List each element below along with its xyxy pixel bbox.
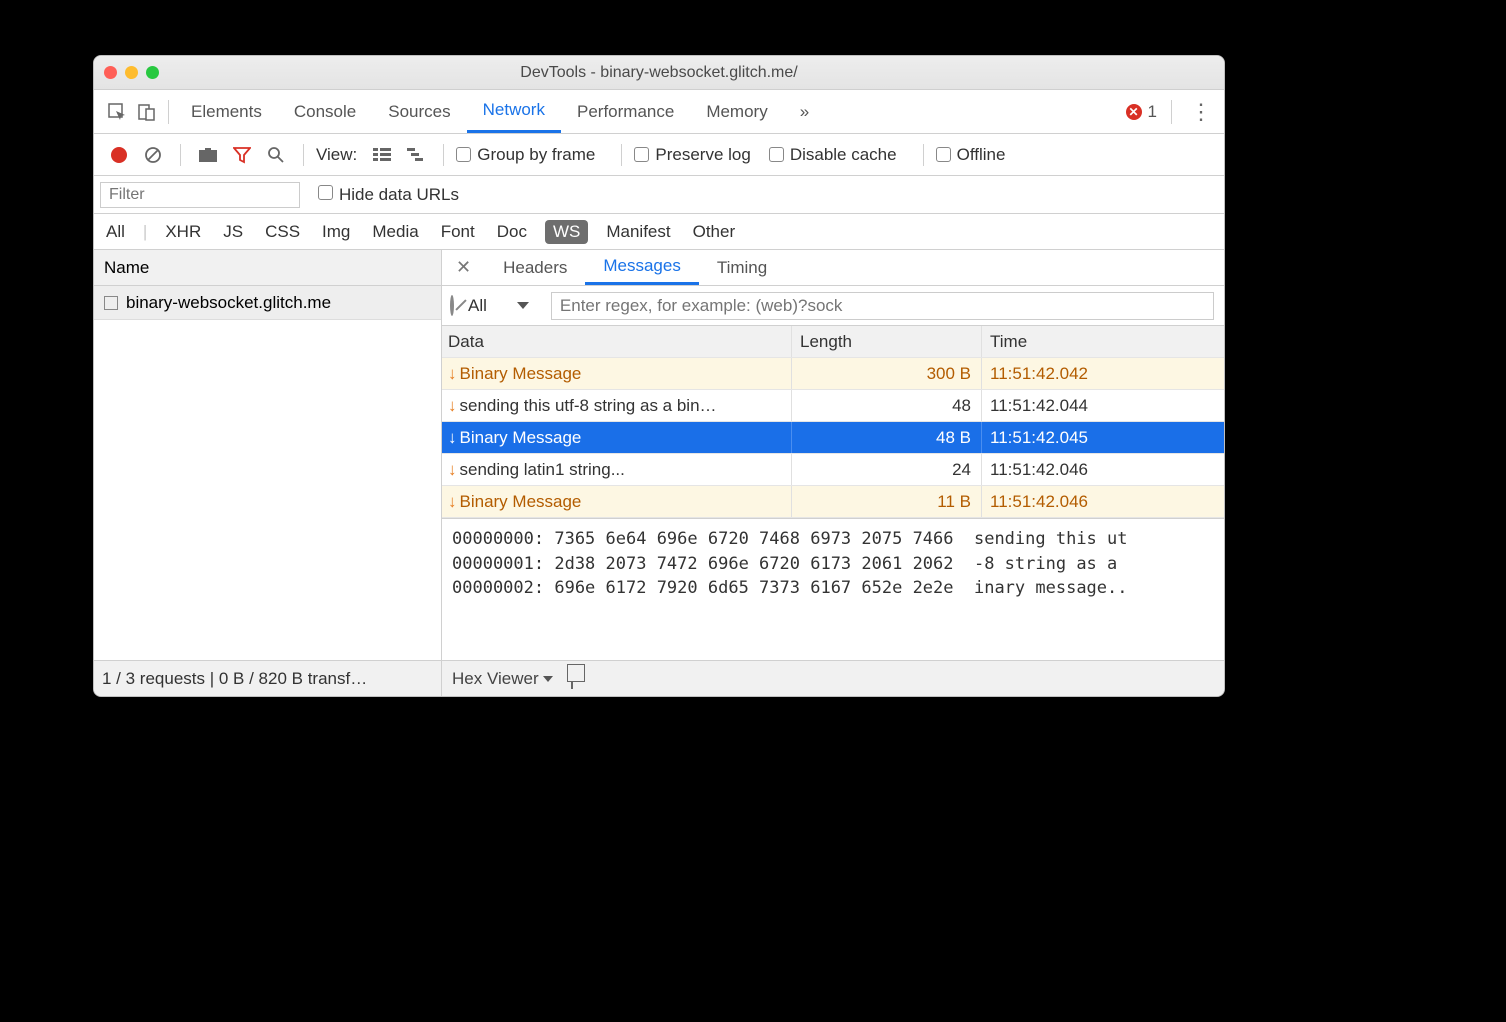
inspect-icon[interactable] (102, 90, 132, 133)
window-title: DevTools - binary-websocket.glitch.me/ (104, 64, 1214, 82)
devtools-window: DevTools - binary-websocket.glitch.me/ E… (93, 55, 1225, 697)
arrow-down-icon: ↓ (448, 460, 457, 480)
tab-memory[interactable]: Memory (690, 90, 783, 133)
message-row-selected[interactable]: ↓Binary Message 48 B 11:51:42.045 (442, 422, 1224, 454)
tab-sources[interactable]: Sources (372, 90, 466, 133)
hex-viewer[interactable]: 00000000: 7365 6e64 696e 6720 7468 6973 … (442, 519, 1224, 660)
request-name: binary-websocket.glitch.me (126, 293, 331, 313)
filter-ws[interactable]: WS (545, 220, 588, 244)
subtab-messages[interactable]: Messages (585, 250, 698, 285)
offline-checkbox[interactable]: Offline (936, 145, 1006, 165)
col-data[interactable]: Data (442, 326, 792, 357)
hex-viewer-dropdown[interactable]: Hex Viewer (452, 669, 553, 689)
body-split: Name binary-websocket.glitch.me 1 / 3 re… (94, 250, 1224, 696)
arrow-down-icon: ↓ (448, 492, 457, 512)
tab-console[interactable]: Console (278, 90, 372, 133)
filter-font[interactable]: Font (437, 220, 479, 244)
subtab-headers[interactable]: Headers (485, 250, 585, 285)
arrow-down-icon: ↓ (448, 364, 457, 384)
messages-header-row: Data Length Time (442, 326, 1224, 358)
checkbox-icon (318, 185, 333, 200)
arrow-down-icon: ↓ (448, 428, 457, 448)
filter-icon[interactable] (227, 134, 257, 175)
filter-js[interactable]: JS (219, 220, 247, 244)
request-list-panel: Name binary-websocket.glitch.me 1 / 3 re… (94, 250, 442, 696)
message-row[interactable]: ↓sending latin1 string... 24 11:51:42.04… (442, 454, 1224, 486)
filter-all[interactable]: All (102, 220, 129, 244)
messages-table: Data Length Time ↓Binary Message 300 B 1… (442, 326, 1224, 519)
capture-screenshot-icon[interactable] (193, 134, 223, 175)
titlebar: DevTools - binary-websocket.glitch.me/ (94, 56, 1224, 90)
chevron-down-icon (517, 302, 529, 309)
large-rows-icon[interactable] (367, 134, 397, 175)
minimize-window-button[interactable] (125, 66, 138, 79)
request-row[interactable]: binary-websocket.glitch.me (94, 286, 441, 320)
arrow-down-icon: ↓ (448, 396, 457, 416)
filter-manifest[interactable]: Manifest (602, 220, 674, 244)
name-column-header[interactable]: Name (94, 250, 441, 286)
maximize-window-button[interactable] (146, 66, 159, 79)
device-toolbar-icon[interactable] (132, 90, 162, 133)
message-row[interactable]: ↓sending this utf-8 string as a bin… 48 … (442, 390, 1224, 422)
checkbox-icon (936, 147, 951, 162)
checkbox-icon (634, 147, 649, 162)
record-icon (111, 147, 127, 163)
filter-img[interactable]: Img (318, 220, 354, 244)
chevron-down-icon (543, 676, 553, 682)
main-tabs: Elements Console Sources Network Perform… (94, 90, 1224, 134)
tab-performance[interactable]: Performance (561, 90, 690, 133)
view-label: View: (316, 145, 357, 165)
col-length[interactable]: Length (792, 326, 982, 357)
error-count: 1 (1148, 102, 1157, 122)
tab-network[interactable]: Network (467, 90, 561, 133)
messages-filter-bar: All (442, 286, 1224, 326)
group-by-frame-checkbox[interactable]: Group by frame (456, 145, 595, 165)
clear-messages-icon[interactable] (450, 297, 454, 315)
filter-input[interactable] (100, 182, 300, 208)
checkbox-icon (456, 147, 471, 162)
tab-elements[interactable]: Elements (175, 90, 278, 133)
waterfall-icon[interactable] (401, 134, 431, 175)
record-button[interactable] (104, 134, 134, 175)
tab-more[interactable]: » (784, 90, 825, 133)
request-status-bar: 1 / 3 requests | 0 B / 820 B transf… (94, 660, 441, 696)
message-type-dropdown[interactable]: All (460, 296, 537, 316)
error-icon: ✕ (1126, 104, 1142, 120)
detail-panel: ✕ Headers Messages Timing All Data Lengt… (442, 250, 1224, 696)
message-row[interactable]: ↓Binary Message 300 B 11:51:42.042 (442, 358, 1224, 390)
request-icon (104, 296, 118, 310)
preserve-log-checkbox[interactable]: Preserve log (634, 145, 750, 165)
clear-button[interactable] (138, 134, 168, 175)
col-time[interactable]: Time (982, 326, 1224, 357)
copy-icon[interactable] (571, 669, 573, 689)
disable-cache-checkbox[interactable]: Disable cache (769, 145, 897, 165)
checkbox-icon (769, 147, 784, 162)
hex-viewer-bar: Hex Viewer (442, 660, 1224, 696)
filter-media[interactable]: Media (368, 220, 422, 244)
close-detail-icon[interactable]: ✕ (442, 257, 485, 278)
kebab-menu-icon[interactable]: ⋮ (1178, 99, 1224, 125)
filter-other[interactable]: Other (689, 220, 740, 244)
network-toolbar: View: Group by frame Preserve log Disabl… (94, 134, 1224, 176)
close-window-button[interactable] (104, 66, 117, 79)
message-row[interactable]: ↓Binary Message 11 B 11:51:42.046 (442, 486, 1224, 518)
filter-xhr[interactable]: XHR (161, 220, 205, 244)
detail-subtabs: ✕ Headers Messages Timing (442, 250, 1224, 286)
subtab-timing[interactable]: Timing (699, 250, 785, 285)
message-regex-input[interactable] (551, 292, 1214, 320)
filter-css[interactable]: CSS (261, 220, 304, 244)
traffic-lights (104, 66, 159, 79)
filter-doc[interactable]: Doc (493, 220, 531, 244)
filter-row: Hide data URLs (94, 176, 1224, 214)
error-badge[interactable]: ✕ 1 (1126, 102, 1157, 122)
hide-data-urls-checkbox[interactable]: Hide data URLs (318, 185, 459, 205)
search-icon[interactable] (261, 134, 291, 175)
type-filter-bar: All | XHR JS CSS Img Media Font Doc WS M… (94, 214, 1224, 250)
